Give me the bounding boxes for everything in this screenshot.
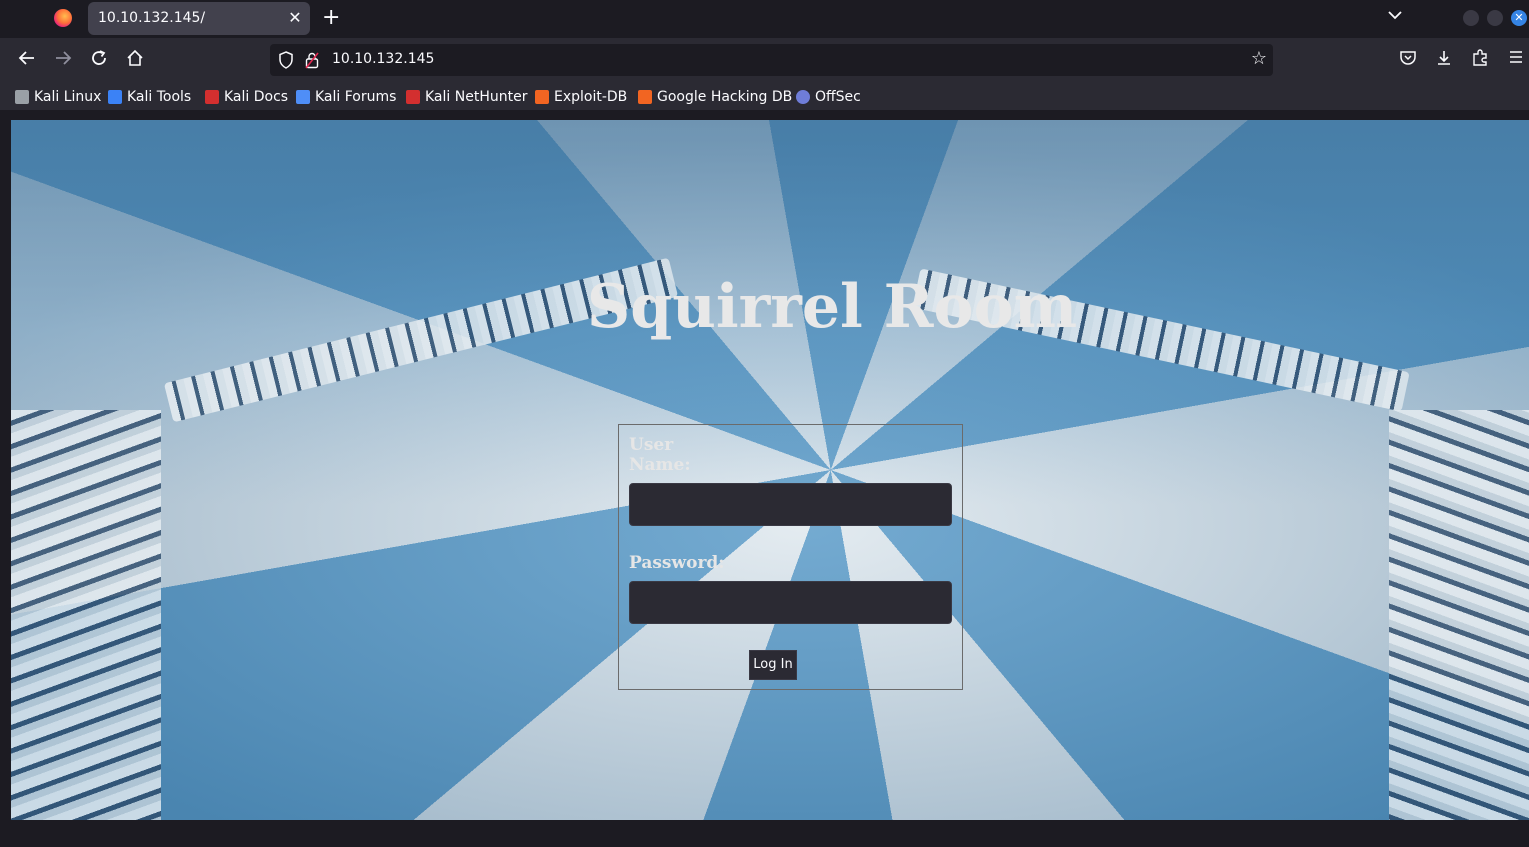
back-arrow-icon[interactable] [16,49,38,71]
bookmark-star-icon[interactable]: ☆ [1251,48,1267,69]
exploit-db-icon [535,90,549,104]
login-button[interactable]: Log In [749,650,797,680]
bookmark-label: Exploit-DB [554,89,628,105]
page-title: Squirrel Room [586,272,1078,342]
tab-strip: 10.10.132.145/ ✕ + ✕ [0,0,1529,38]
bookmark-label: Kali Forums [315,89,397,105]
hamburger-menu-icon[interactable] [1505,49,1527,71]
bookmark-label: Kali NetHunter [425,89,528,105]
ghdb-icon [638,90,652,104]
page-background: Squirrel Room User Name: Password: Log I… [11,120,1529,820]
insecure-lock-icon[interactable] [305,51,319,69]
login-form: User Name: Password: Log In [618,424,963,690]
extensions-icon[interactable] [1469,49,1491,71]
bookmark-label: Kali Docs [224,89,289,105]
download-icon[interactable] [1433,49,1455,71]
close-window-button[interactable]: ✕ [1511,10,1527,26]
bookmark-offsec[interactable]: OffSec [796,87,861,107]
navigation-toolbar: 10.10.132.145 ☆ [0,38,1529,82]
bookmark-label: Kali Tools [127,89,192,105]
bookmark-exploit-db[interactable]: Exploit-DB [535,87,627,107]
tab-title: 10.10.132.145/ [98,10,206,26]
kali-dragon-icon [15,90,29,104]
reload-icon[interactable] [88,49,110,71]
chevron-down-icon[interactable] [1388,8,1402,24]
background-side-left [11,410,161,820]
background-side-right [1389,410,1529,820]
bookmark-kali-forums[interactable]: Kali Forums [296,87,396,107]
bookmark-google-hacking-db[interactable]: Google Hacking DB [638,87,792,107]
new-tab-icon[interactable]: + [322,5,340,30]
bookmark-label: Kali Linux [34,89,102,105]
kali-tools-icon [108,90,122,104]
username-input[interactable] [629,483,952,526]
password-input[interactable] [629,581,952,624]
bookmark-kali-docs[interactable]: Kali Docs [205,87,288,107]
shield-icon[interactable] [278,51,294,69]
bookmark-kali-nethunter[interactable]: Kali NetHunter [406,87,527,107]
url-bar[interactable]: 10.10.132.145 ☆ [270,44,1273,76]
kali-docs-icon [205,90,219,104]
forward-arrow-icon[interactable] [52,49,74,71]
home-icon[interactable] [124,49,146,71]
firefox-icon[interactable] [54,9,72,27]
maximize-window-button[interactable] [1487,10,1503,26]
content-area: Squirrel Room User Name: Password: Log I… [0,110,1529,847]
kali-forums-icon [296,90,310,104]
bookmark-kali-tools[interactable]: Kali Tools [108,87,191,107]
tab-active[interactable]: 10.10.132.145/ ✕ [88,2,310,35]
password-label: Password: [629,553,725,573]
url-text[interactable]: 10.10.132.145 [332,51,434,67]
bookmark-label: OffSec [815,89,861,105]
bookmark-label: Google Hacking DB [657,89,793,105]
kali-nethunter-icon [406,90,420,104]
offsec-icon [796,90,810,104]
tab-close-icon[interactable]: ✕ [288,8,302,27]
minimize-window-button[interactable] [1463,10,1479,26]
pocket-icon[interactable] [1397,49,1419,71]
username-label: User Name: [629,435,691,475]
bookmark-kali-linux[interactable]: Kali Linux [15,87,101,107]
bookmarks-toolbar: Kali Linux Kali Tools Kali Docs Kali For… [0,82,1529,110]
